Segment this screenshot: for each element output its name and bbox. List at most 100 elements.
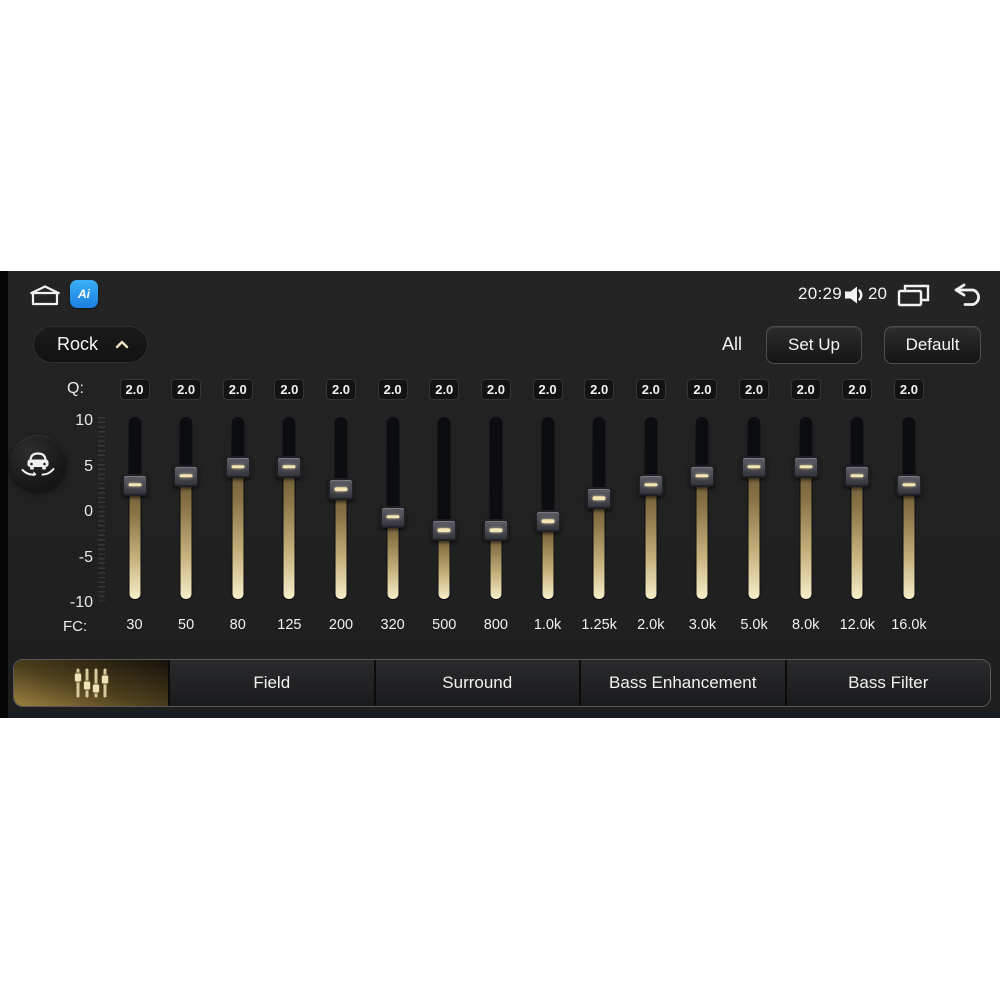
slider-fill [593, 498, 605, 599]
slider-track[interactable] [128, 417, 141, 600]
q-value[interactable]: 2.0 [274, 379, 305, 400]
slider-fill [335, 489, 347, 599]
q-value[interactable]: 2.0 [687, 379, 718, 400]
slider-handle[interactable] [328, 478, 355, 501]
tab-bass-filter[interactable]: Bass Filter [786, 660, 990, 706]
slider-handle[interactable] [534, 510, 561, 533]
tab-equalizer[interactable] [14, 660, 170, 706]
slider-handle-line [282, 464, 296, 469]
slider-handle[interactable] [741, 455, 768, 478]
slider-fill [283, 466, 295, 599]
slider-handle-line [334, 487, 348, 491]
db-scale-label: -10 [69, 594, 93, 611]
eq-band-1.25k: 2.0 1.25k [573, 367, 625, 657]
q-value[interactable]: 2.0 [893, 379, 924, 400]
q-value[interactable]: 2.0 [377, 379, 408, 400]
slider-handle[interactable] [224, 455, 251, 478]
q-value[interactable]: 2.0 [635, 379, 666, 400]
q-value[interactable]: 2.0 [480, 379, 511, 400]
slider-handle[interactable] [637, 473, 664, 496]
slider-handle[interactable] [276, 455, 303, 478]
q-value[interactable]: 2.0 [119, 379, 150, 400]
fc-value: 3.0k [688, 617, 717, 633]
status-bar: Ai 20:29 20 [0, 279, 1000, 311]
tab-surround[interactable]: Surround [375, 660, 581, 706]
equalizer-sliders-icon [74, 668, 109, 698]
slider-track[interactable] [489, 417, 503, 600]
eq-band-2.0k: 2.0 2.0k [625, 367, 677, 657]
fc-value: 200 [328, 617, 354, 633]
fc-value: 50 [178, 617, 195, 633]
q-value[interactable]: 2.0 [171, 379, 202, 400]
slider-track[interactable] [282, 417, 296, 600]
eq-band-3.0k: 2.0 3.0k [676, 367, 728, 657]
slider-handle[interactable] [844, 464, 871, 487]
db-scale-label: -5 [78, 548, 93, 566]
slider-handle[interactable] [792, 455, 819, 478]
eq-band-8.0k: 2.0 8.0k [780, 367, 832, 657]
page: Ai 20:29 20 Rock All Set Up Default Q: F… [0, 0, 1000, 1000]
slider-fill [696, 475, 708, 599]
fc-value: 500 [432, 617, 457, 633]
slider-handle-line [799, 464, 813, 469]
slider-fill [387, 516, 399, 599]
sound-field-car-button[interactable] [10, 435, 66, 491]
slider-handle[interactable] [379, 505, 406, 528]
slider-track[interactable] [179, 417, 193, 600]
slider-handle[interactable] [121, 473, 148, 496]
q-value[interactable]: 2.0 [222, 379, 253, 400]
bottom-tab-bar: Field Surround Bass Enhancement Bass Filter [13, 659, 991, 707]
setup-button[interactable]: Set Up [766, 326, 862, 364]
back-icon[interactable] [948, 283, 986, 309]
q-value[interactable]: 2.0 [584, 379, 615, 400]
slider-handle[interactable] [173, 464, 200, 487]
clock: 20:29 [798, 284, 843, 303]
recent-apps-icon[interactable] [897, 284, 930, 307]
q-value[interactable]: 2.0 [532, 379, 563, 400]
q-value[interactable]: 2.0 [739, 379, 770, 400]
eq-band-500: 2.0 500 [418, 367, 470, 657]
fc-value: 1.25k [581, 617, 617, 633]
slider-track[interactable] [902, 417, 916, 600]
eq-band-80: 2.0 80 [212, 367, 264, 657]
db-scale-label: 10 [75, 412, 93, 429]
slider-handle[interactable] [586, 487, 613, 510]
q-value[interactable]: 2.0 [326, 379, 357, 400]
speaker-icon[interactable] [843, 284, 867, 306]
slider-handle[interactable] [482, 519, 509, 542]
slider-track[interactable] [541, 417, 555, 600]
slider-track[interactable] [437, 417, 451, 600]
slider-handle-line [489, 528, 503, 532]
chevron-up-icon [115, 340, 129, 349]
q-value[interactable]: 2.0 [842, 379, 873, 400]
slider-handle[interactable] [895, 473, 922, 496]
q-value[interactable]: 2.0 [790, 379, 821, 400]
q-value[interactable]: 2.0 [429, 379, 460, 400]
slider-track[interactable] [644, 417, 658, 600]
fc-value: 5.0k [740, 617, 768, 633]
slider-track[interactable] [799, 417, 813, 600]
eq-band-30: 2.0 30 [109, 367, 161, 657]
slider-handle-line [747, 464, 761, 469]
slider-track[interactable] [334, 417, 348, 600]
eq-band-16.0k: 2.0 16.0k [883, 367, 935, 657]
slider-handle-line [437, 528, 451, 532]
eq-band-50: 2.0 50 [160, 367, 212, 657]
slider-handle-line [541, 519, 555, 523]
tab-field[interactable]: Field [170, 660, 376, 706]
slider-handle-line [128, 482, 141, 487]
fc-value: 12.0k [839, 617, 876, 633]
slider-handle[interactable] [689, 464, 716, 487]
eq-band-125: 2.0 125 [263, 367, 315, 657]
slider-track[interactable] [695, 417, 709, 600]
slider-track[interactable] [747, 417, 761, 600]
all-label[interactable]: All [722, 326, 742, 363]
slider-handle[interactable] [431, 519, 458, 542]
car-icon [21, 452, 55, 477]
eq-band-800: 2.0 800 [470, 367, 522, 657]
left-bezel [0, 271, 8, 718]
tab-bass-enhancement[interactable]: Bass Enhancement [581, 660, 787, 706]
slider-track[interactable] [850, 417, 864, 600]
default-button[interactable]: Default [884, 326, 981, 364]
slider-track[interactable] [231, 417, 245, 600]
